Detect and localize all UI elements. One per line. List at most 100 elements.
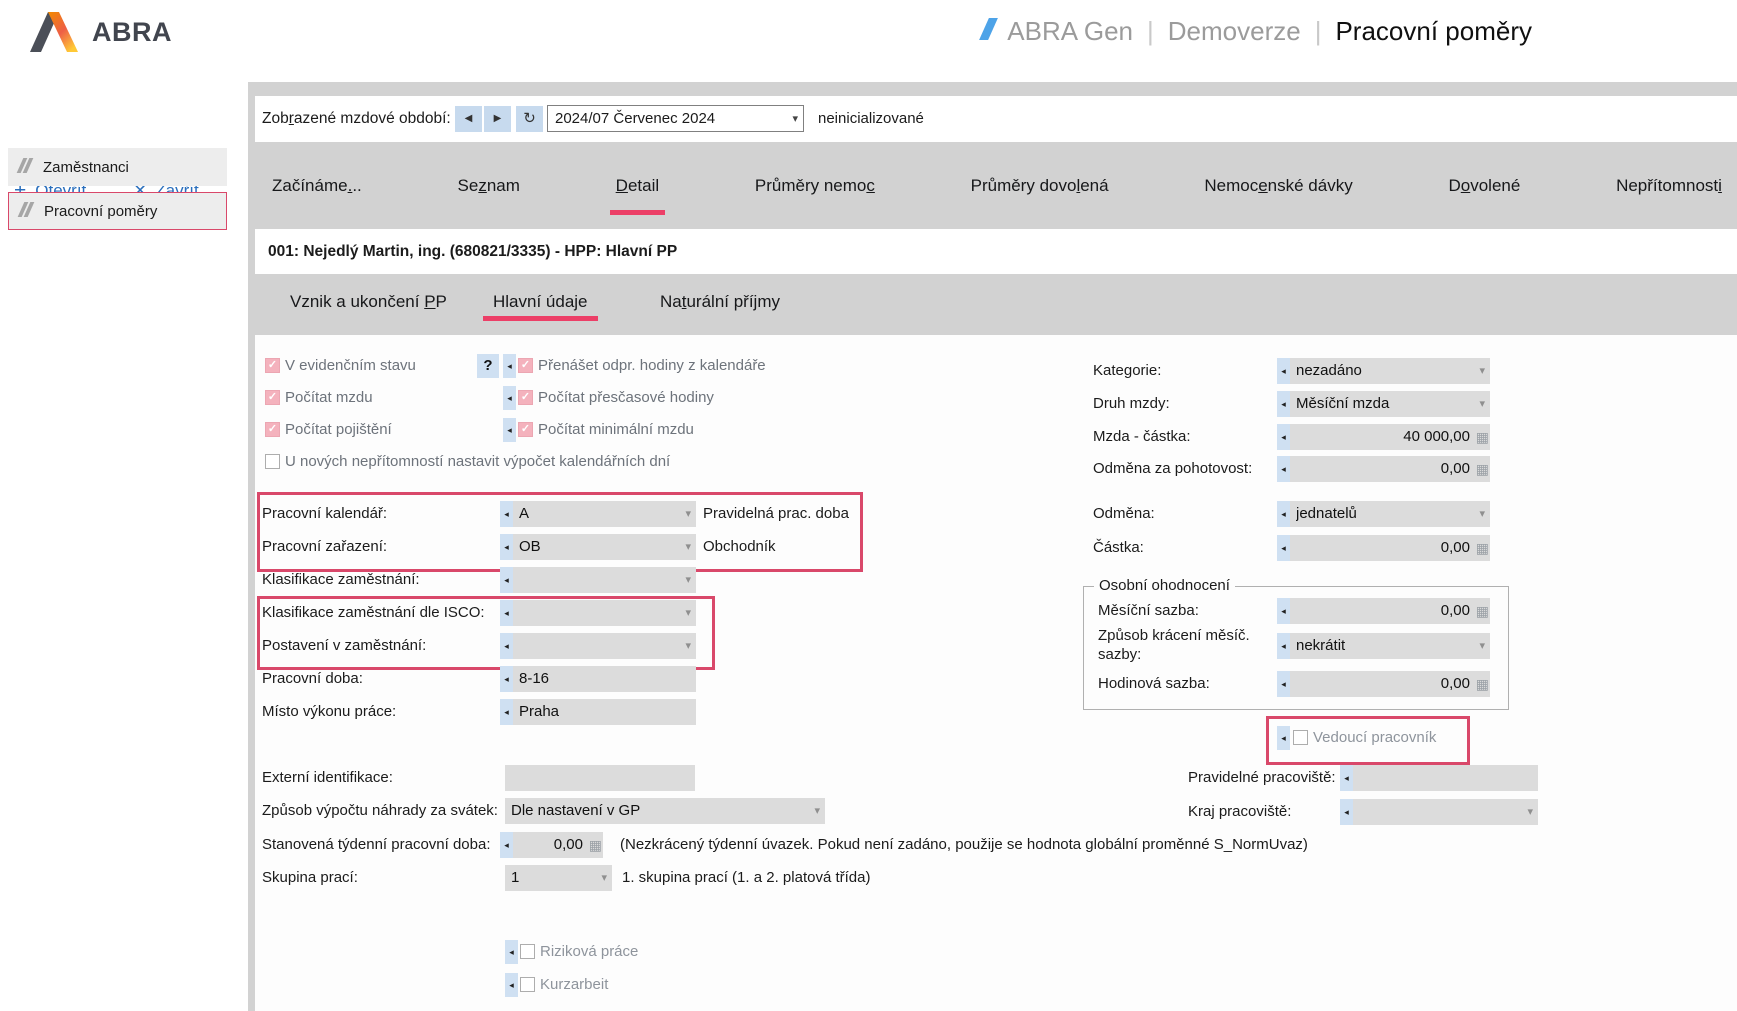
mesicni-sazba-field[interactable]: 0,00▦ — [1290, 598, 1490, 624]
form-row: ◂ nekrátit▾ — [0, 633, 1737, 659]
checkbox-vedouci-pracovnik[interactable]: ✓ — [1293, 730, 1308, 745]
small-left-arrow-icon: ◂ — [1281, 509, 1286, 519]
small-left-arrow-icon: ◂ — [1281, 733, 1286, 743]
checkbox-rizikova-prace[interactable]: ✓ — [520, 944, 535, 959]
field-menu-button[interactable]: ◂ — [1340, 765, 1353, 791]
field-menu-button[interactable]: ◂ — [1277, 358, 1290, 384]
field-label: Odměna za pohotovost: — [1093, 456, 1252, 482]
checkbox-row: ◂ ✓ Kurzarbeit — [0, 975, 1737, 995]
form-row: Měsíční sazba: ◂ 0,00▦ — [0, 598, 1737, 624]
field-menu-button[interactable]: ◂ — [1277, 456, 1290, 482]
castka-field[interactable]: 0,00▦ — [1290, 535, 1490, 561]
checkbox-row: ◂ ✓ Vedoucí pracovník — [0, 728, 1737, 748]
klasifikace-zamestnani-dropdown[interactable]: ▾ — [513, 567, 696, 593]
previous-period-button[interactable]: ◀ — [455, 106, 482, 132]
tab-seznam[interactable]: Seznam — [458, 176, 520, 196]
dropdown-arrow-icon: ▾ — [1479, 501, 1485, 527]
period-label: Zobrazené mzdové období: — [262, 96, 451, 142]
calculator-icon: ▦ — [1476, 535, 1489, 561]
small-left-arrow-icon: ◂ — [1281, 543, 1286, 553]
tab-nepritomnosti[interactable]: Nepřítomnosti — [1616, 176, 1722, 196]
field-menu-button[interactable]: ◂ — [500, 832, 513, 858]
small-left-arrow-icon: ◂ — [504, 575, 509, 585]
field-menu-button[interactable]: ◂ — [500, 699, 513, 725]
environment-name: Demoverze — [1168, 16, 1301, 47]
sidebar-item-pracovni-pomery[interactable]: Pracovní poměry — [8, 192, 227, 230]
field-menu-button[interactable]: ◂ — [1277, 391, 1290, 417]
dropdown-arrow-icon: ▾ — [685, 567, 691, 593]
page-title: Pracovní poměry — [1335, 16, 1532, 47]
checkbox-label: Riziková práce — [540, 942, 638, 962]
odmena-za-pohotovost-field[interactable]: 0,00▦ — [1290, 456, 1490, 482]
field-label: Měsíční sazba: — [1098, 598, 1199, 624]
pravidelne-pracoviste-field[interactable] — [1353, 765, 1538, 791]
next-period-button[interactable]: ▶ — [484, 106, 511, 132]
tab-dovolene[interactable]: Dovolené — [1448, 176, 1520, 196]
small-left-arrow-icon: ◂ — [1281, 366, 1286, 376]
odmena-dropdown[interactable]: jednatelů▾ — [1290, 501, 1490, 527]
abra-logo: ABRA — [30, 12, 172, 52]
small-left-arrow-icon: ◂ — [509, 980, 514, 990]
tab-prumery-dovolena[interactable]: Průměry dovolená — [971, 176, 1109, 196]
checkbox-kurzarbeit[interactable]: ✓ — [520, 977, 535, 992]
field-menu-button[interactable]: ◂ — [1277, 535, 1290, 561]
calculator-icon: ▦ — [1476, 456, 1489, 482]
druh-mzdy-dropdown[interactable]: Měsíční mzda▾ — [1290, 391, 1490, 417]
small-left-arrow-icon: ◂ — [1281, 641, 1286, 651]
refresh-period-button[interactable]: ↻ — [516, 106, 543, 132]
dropdown-arrow-icon: ▾ — [1479, 391, 1485, 417]
field-label: Mzda - částka: — [1093, 424, 1191, 450]
field-menu-button[interactable]: ◂ — [1277, 501, 1290, 527]
checkbox-label: Kurzarbeit — [540, 975, 608, 995]
hodinova-sazba-field[interactable]: 0,00▦ — [1290, 671, 1490, 697]
period-status: neinicializované — [818, 96, 924, 142]
main-tabbar: Začínáme... Seznam Detail Průměry nemoc … — [272, 176, 1722, 196]
period-dropdown[interactable]: 2024/07 Červenec 2024 ▾ — [547, 105, 804, 132]
mzda-castka-field[interactable]: 40 000,00▦ — [1290, 424, 1490, 450]
small-left-arrow-icon: ◂ — [1281, 432, 1286, 442]
form-row: Druh mzdy: ◂ Měsíční mzda▾ — [0, 391, 1737, 417]
field-menu-button[interactable]: ◂ — [1277, 726, 1290, 750]
subtab-naturalni-prijmy[interactable]: Naturální příjmy — [660, 292, 780, 312]
dropdown-arrow-icon: ▾ — [1479, 358, 1485, 384]
right-arrow-icon: ▶ — [494, 113, 502, 124]
record-title: 001: Nejedlý Martin, ing. (680821/3335) … — [268, 229, 677, 274]
field-menu-button[interactable]: ◂ — [1277, 424, 1290, 450]
dropdown-arrow-icon: ▾ — [601, 865, 607, 891]
tab-nemocenske-davky[interactable]: Nemocenské dávky — [1204, 176, 1352, 196]
field-menu-button[interactable]: ◂ — [1277, 633, 1290, 659]
field-menu-button[interactable]: ◂ — [1340, 799, 1353, 825]
checkbox-row: ◂ ✓ Riziková práce — [0, 942, 1737, 962]
field-label: Pravidelné pracoviště: — [1188, 765, 1336, 791]
field-menu-button[interactable]: ◂ — [500, 567, 513, 593]
field-note: (Nezkrácený týdenní úvazek. Pokud není z… — [620, 832, 1308, 858]
subtab-hlavni-udaje[interactable]: Hlavní údaje — [493, 292, 588, 312]
skupina-praci-dropdown[interactable]: 1▾ — [505, 865, 612, 891]
tydenni-pracovni-doba-field[interactable]: 0,00▦ — [513, 832, 603, 858]
kategorie-dropdown[interactable]: nezadáno▾ — [1290, 358, 1490, 384]
groupbox-title: Osobní ohodnocení — [1094, 577, 1235, 594]
field-menu-button[interactable]: ◂ — [1277, 671, 1290, 697]
tab-zaciname[interactable]: Začínáme... — [272, 176, 362, 196]
tab-prumery-nemoc[interactable]: Průměry nemoc — [755, 176, 875, 196]
kraj-pracoviste-dropdown[interactable]: ▾ — [1353, 799, 1538, 825]
separator: | — [1147, 16, 1154, 47]
tab-detail[interactable]: Detail — [616, 176, 659, 196]
blue-slash-icon — [984, 16, 993, 47]
calculator-icon: ▦ — [1476, 598, 1489, 624]
subtab-vznik-a-ukonceni-pp[interactable]: Vznik a ukončení PP — [290, 292, 447, 312]
field-label: Kraj pracoviště: — [1188, 799, 1291, 825]
field-label: Hodinová sazba: — [1098, 671, 1210, 697]
small-left-arrow-icon: ◂ — [1281, 464, 1286, 474]
field-menu-button[interactable]: ◂ — [1277, 598, 1290, 624]
left-arrow-icon: ◀ — [465, 113, 473, 124]
app-name: ABRA Gen — [1007, 16, 1133, 47]
header-breadcrumb: ABRA Gen | Demoverze | Pracovní poměry — [984, 16, 1532, 47]
field-menu-button[interactable]: ◂ — [505, 973, 518, 997]
misto-vykonu-prace-field[interactable]: Praha — [513, 699, 696, 725]
field-label: Kategorie: — [1093, 358, 1161, 384]
zpusob-kraceni-dropdown[interactable]: nekrátit▾ — [1290, 633, 1490, 659]
dropdown-arrow-icon: ▾ — [792, 106, 798, 132]
sidebar-item-zamestnanci[interactable]: Zaměstnanci — [8, 148, 227, 186]
field-menu-button[interactable]: ◂ — [505, 940, 518, 964]
